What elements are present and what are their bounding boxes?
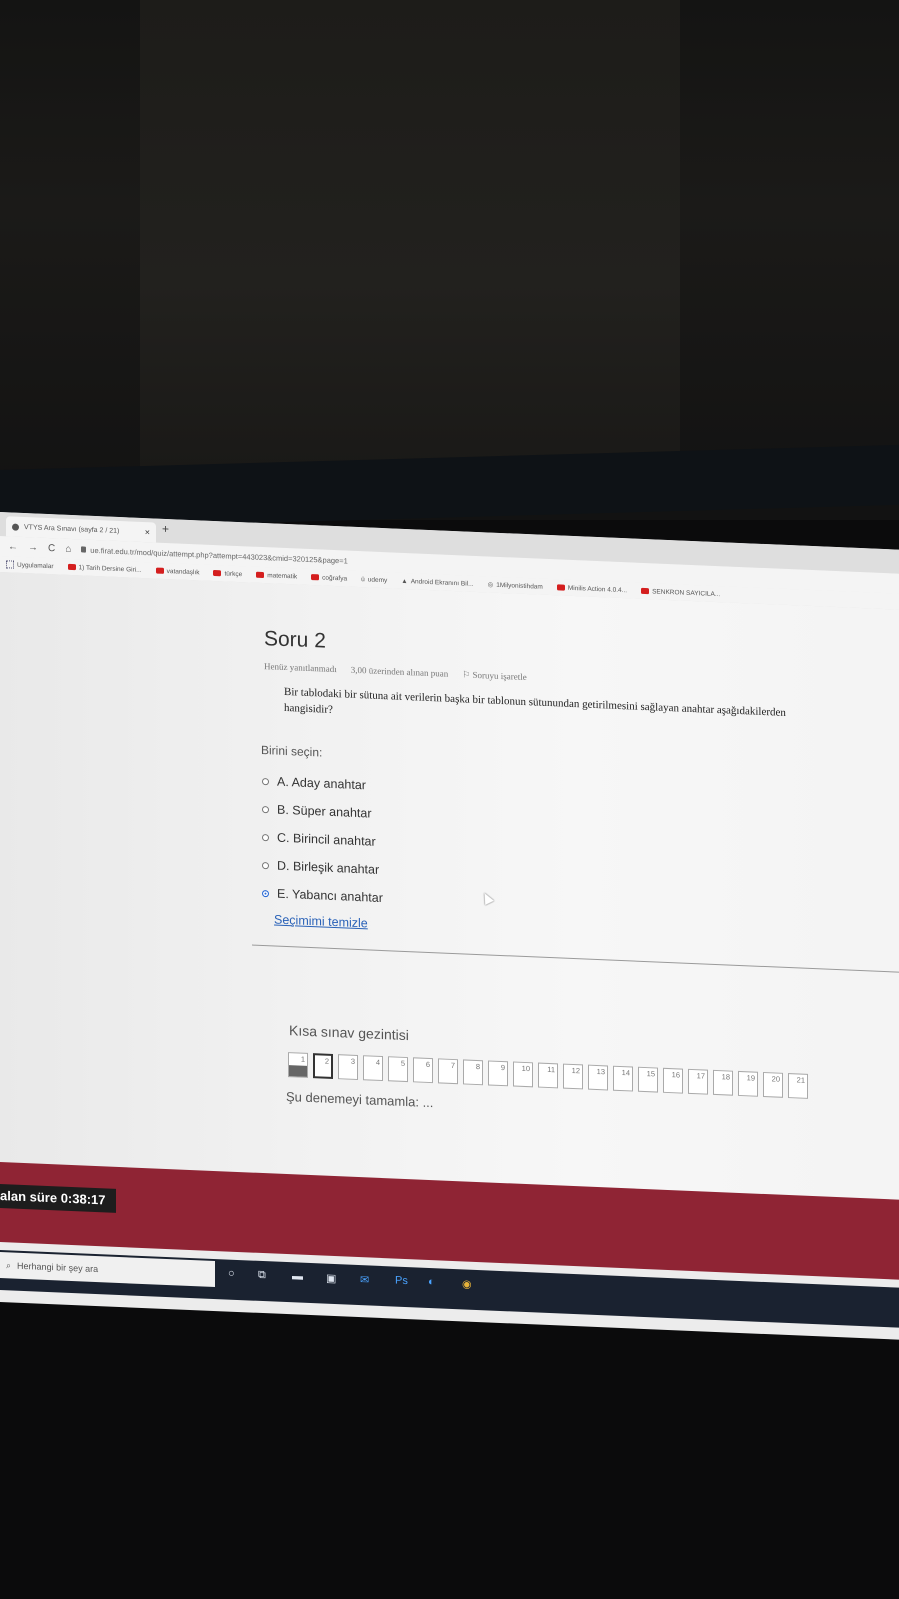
bookmark-item[interactable]: Minilis Action 4.0.4...: [556, 584, 627, 594]
quiz-nav-question-button[interactable]: 6: [413, 1057, 433, 1084]
divider: [252, 944, 899, 975]
question-title: Soru 2: [264, 627, 326, 653]
quiz-nav-question-button[interactable]: 21: [788, 1073, 808, 1099]
quiz-nav-question-button[interactable]: 18: [713, 1069, 733, 1096]
radio-button[interactable]: [262, 805, 269, 813]
quiz-page: Soru 2 Henüz yanıtlanmadı 3,00 üzerinden…: [0, 572, 899, 1213]
back-icon[interactable]: ←: [8, 541, 18, 552]
answer-options: A. Aday anahtar B. Süper anahtar C. Biri…: [262, 767, 383, 912]
quiz-nav-question-button[interactable]: 3: [338, 1054, 358, 1081]
question-info: Henüz yanıtlanmadı 3,00 üzerinden alınan…: [264, 661, 527, 683]
quiz-nav-question-button[interactable]: 17: [688, 1068, 708, 1095]
quiz-nav-question-button[interactable]: 11: [538, 1062, 558, 1089]
quiz-nav-question-button[interactable]: 4: [363, 1055, 383, 1082]
question-status: Henüz yanıtlanmadı: [264, 661, 337, 675]
quiz-nav-question-button[interactable]: 2: [313, 1053, 333, 1079]
youtube-icon: [213, 569, 222, 577]
question-points: 3,00 üzerinden alınan puan: [350, 664, 449, 679]
radio-button[interactable]: [262, 777, 269, 785]
youtube-icon: [311, 574, 320, 581]
bookmark-item[interactable]: ü udemy: [361, 576, 387, 584]
lock-icon: [81, 546, 87, 553]
radio-button[interactable]: [262, 861, 269, 869]
favicon-icon: [12, 523, 19, 531]
quiz-nav-question-button[interactable]: 13: [588, 1064, 608, 1091]
forward-icon[interactable]: →: [28, 542, 38, 553]
task-view-icon[interactable]: ⧉: [258, 1269, 266, 1282]
store-icon[interactable]: ▣: [326, 1272, 336, 1285]
globe-icon: ◎: [487, 581, 494, 589]
mail-icon[interactable]: ✉: [360, 1273, 369, 1286]
chrome-icon[interactable]: ◉: [462, 1277, 472, 1290]
udemy-icon: ü: [361, 575, 365, 583]
option-e[interactable]: E. Yabancı anahtar: [262, 879, 383, 912]
bookmark-item[interactable]: ◎ 1Milyonistihdam: [488, 580, 543, 590]
mouse-cursor-icon: [480, 890, 494, 906]
quiz-navigation-title: Kısa sınav gezintisi: [289, 1022, 409, 1044]
taskbar-search[interactable]: ⌕ Herhangi bir şey ara: [0, 1252, 215, 1288]
taskbar-search-placeholder: Herhangi bir şey ara: [17, 1260, 99, 1275]
new-tab-button[interactable]: +: [162, 522, 169, 536]
bookmark-item[interactable]: SENKRON SAYICILA...: [641, 587, 720, 598]
youtube-icon: [556, 584, 565, 591]
youtube-icon: [256, 571, 265, 579]
quiz-nav-question-button[interactable]: 1: [288, 1052, 308, 1078]
bookmark-item[interactable]: vatandaşlık: [155, 567, 199, 576]
youtube-icon: [155, 567, 164, 574]
quiz-nav-question-button[interactable]: 7: [438, 1058, 458, 1085]
youtube-icon: [67, 563, 76, 571]
bookmark-item[interactable]: matematik: [256, 571, 297, 580]
bookmark-item[interactable]: 1) Tarih Dersine Giri...: [67, 563, 142, 573]
youtube-icon: [641, 587, 650, 595]
quiz-nav-question-button[interactable]: 20: [763, 1071, 783, 1098]
monitor-screen: VTYS Ara Sınavı (sayfa 2 / 21) × + ← → C…: [0, 512, 899, 1343]
quiz-nav-question-button[interactable]: 10: [513, 1061, 533, 1088]
quiz-nav-question-button[interactable]: 8: [463, 1059, 483, 1086]
quiz-nav-question-button[interactable]: 9: [488, 1060, 508, 1087]
quiz-nav-question-button[interactable]: 15: [638, 1066, 658, 1093]
radio-button[interactable]: [262, 833, 269, 841]
photoshop-icon[interactable]: Ps: [395, 1275, 408, 1288]
android-icon: ▲: [401, 577, 408, 585]
search-icon: ⌕: [6, 1259, 12, 1270]
flag-question-link[interactable]: ⚐ Soruyu işaretle: [462, 669, 527, 683]
quiz-nav-question-button[interactable]: 12: [563, 1063, 583, 1090]
quiz-nav-question-button[interactable]: 5: [388, 1056, 408, 1083]
background-room: [0, 0, 899, 520]
quiz-nav-question-button[interactable]: 16: [663, 1067, 683, 1094]
finish-attempt-link[interactable]: Şu denemeyi tamamla: ...: [286, 1089, 433, 1110]
bookmark-apps[interactable]: Uygulamalar: [6, 560, 54, 570]
answer-prompt: Birini seçin:: [261, 742, 323, 760]
apps-grid-icon: [6, 560, 14, 569]
quiz-nav-question-button[interactable]: 19: [738, 1070, 758, 1097]
cortana-icon[interactable]: ○: [228, 1268, 235, 1280]
reload-icon[interactable]: C: [48, 543, 55, 554]
edge-icon[interactable]: ◐: [428, 1276, 435, 1288]
bookmark-item[interactable]: coğrafya: [311, 574, 347, 582]
close-tab-icon[interactable]: ×: [145, 527, 150, 537]
flag-icon: ⚐: [462, 669, 473, 680]
home-icon[interactable]: ⌂: [65, 543, 71, 554]
tab-title: VTYS Ara Sınavı (sayfa 2 / 21): [24, 523, 120, 535]
question-text: Bir tablodaki bir sütuna ait verilerin b…: [284, 685, 786, 719]
wall-panel: [140, 0, 680, 470]
time-left: alan süre 0:38:17: [0, 1184, 116, 1213]
radio-button-selected[interactable]: [262, 889, 269, 897]
quiz-nav-question-button[interactable]: 14: [613, 1065, 633, 1092]
bookmark-item[interactable]: ▲ Android Ekranını Bil...: [401, 577, 473, 587]
file-explorer-icon[interactable]: ▬: [292, 1270, 303, 1282]
bookmark-item[interactable]: türkçe: [213, 569, 242, 578]
clear-selection-link[interactable]: Seçimimi temizle: [274, 912, 368, 930]
